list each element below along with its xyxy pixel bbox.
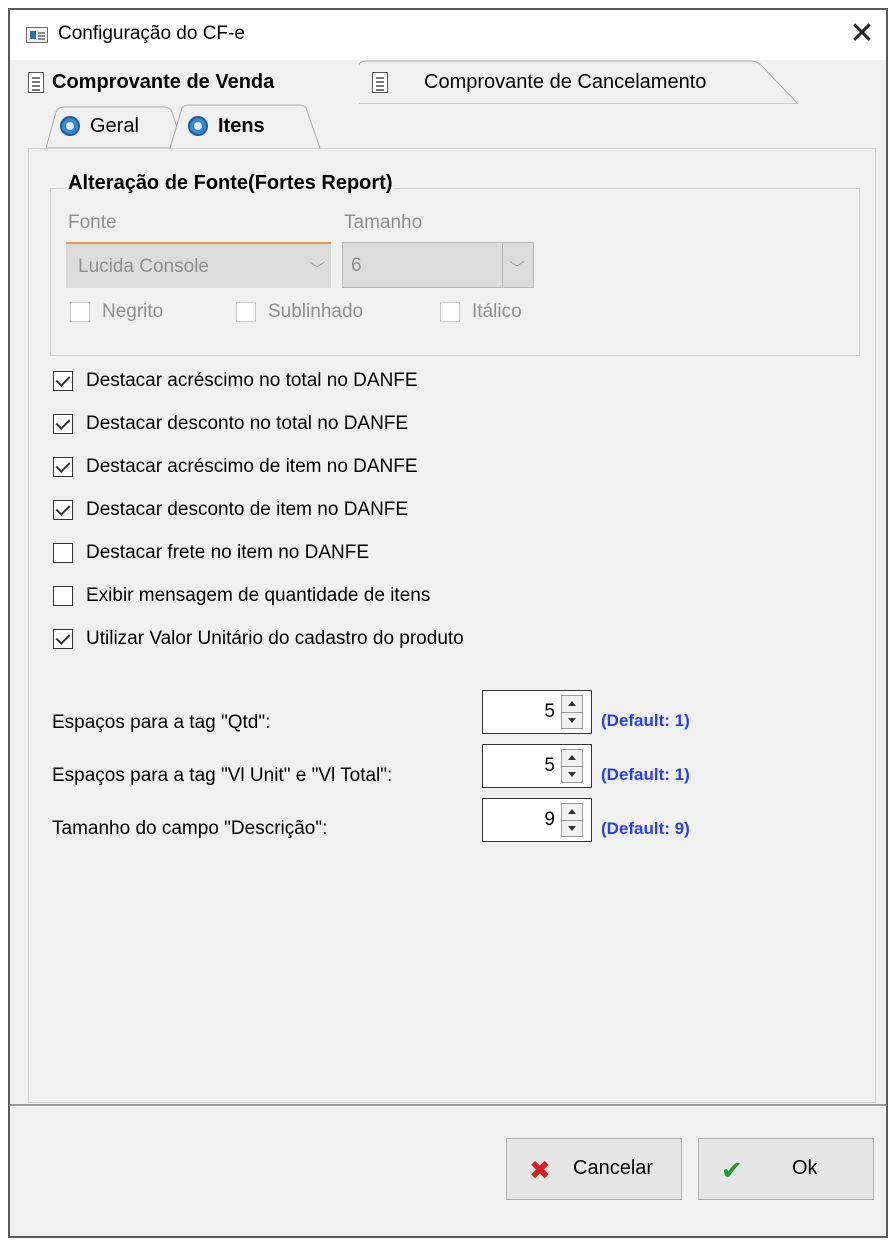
inner-tab-bar: Geral Itens	[10, 104, 886, 148]
fonte-select[interactable]: Lucida Console ﹀	[66, 242, 331, 288]
destacar-acrescimo-item-checkbox[interactable]	[53, 457, 73, 477]
tab-label: Itens	[218, 114, 265, 137]
option-label: Destacar acréscimo de item no DANFE	[86, 456, 418, 477]
option-label: Destacar frete no item no DANFE	[86, 542, 369, 563]
negrito-label: Negrito	[102, 301, 164, 322]
tab-itens[interactable]: Itens	[170, 104, 348, 148]
spinner-value: 5	[544, 755, 555, 776]
document-icon	[28, 71, 44, 93]
destacar-desconto-item-checkbox[interactable]	[53, 500, 73, 520]
spinner-arrows[interactable]	[561, 803, 583, 837]
sublinhado-label: Sublinhado	[268, 301, 364, 322]
title-bar: Configuração do CF-e ✕	[10, 10, 886, 60]
fonte-value: Lucida Console	[78, 256, 209, 277]
option-label: Destacar desconto no total no DANFE	[86, 413, 409, 434]
ok-label: Ok	[792, 1157, 818, 1179]
footer-divider-highlight	[10, 1106, 886, 1107]
default-hint: (Default: 1)	[601, 765, 690, 784]
espacos-qtd-label: Espaços para a tag "Qtd":	[52, 712, 271, 733]
tab-comprovante-cancelamento[interactable]: Comprovante de Cancelamento	[350, 60, 820, 104]
spinner-value: 5	[544, 701, 555, 722]
spinner-arrows[interactable]	[561, 749, 583, 783]
spinner-arrows[interactable]	[561, 695, 583, 729]
tab-label: Geral	[90, 114, 139, 137]
negrito-checkbox[interactable]	[70, 302, 90, 322]
document-icon	[372, 71, 388, 93]
tamanho-value: 6	[351, 255, 362, 276]
ok-button[interactable]: ✔ Ok	[698, 1138, 874, 1200]
fonte-label: Fonte	[68, 212, 117, 233]
option-label: Utilizar Valor Unitário do cadastro do p…	[86, 628, 464, 649]
close-button[interactable]: ✕	[838, 10, 886, 60]
outer-tab-bar: Comprovante de Cancelamento Comprovante …	[10, 60, 886, 104]
cancel-label: Cancelar	[573, 1157, 654, 1179]
cancel-button[interactable]: ✖ Cancelar	[506, 1138, 682, 1200]
espacos-vl-spinner[interactable]: 5	[482, 744, 592, 788]
option-label: Exibir mensagem de quantidade de itens	[86, 585, 431, 606]
tab-comprovante-venda[interactable]: Comprovante de Venda	[14, 60, 359, 104]
default-hint: (Default: 9)	[601, 819, 690, 838]
tamanho-descricao-spinner[interactable]: 9	[482, 798, 592, 842]
spinner-value: 9	[544, 809, 555, 830]
chevron-down-icon: ﹀	[308, 262, 325, 279]
tab-label: Comprovante de Venda	[52, 70, 275, 93]
gear-icon	[188, 116, 208, 136]
destacar-acrescimo-total-checkbox[interactable]	[53, 371, 73, 391]
tamanho-descricao-label: Tamanho do campo "Descrição":	[52, 818, 328, 839]
exibir-mensagem-quantidade-checkbox[interactable]	[53, 586, 73, 606]
app-window-icon	[26, 27, 48, 43]
window-title: Configuração do CF-e	[58, 23, 245, 44]
option-label: Destacar acréscimo no total no DANFE	[86, 370, 418, 391]
sublinhado-checkbox[interactable]	[236, 302, 256, 322]
tab-label: Comprovante de Cancelamento	[424, 70, 707, 93]
dropdown-button[interactable]: ﹀	[502, 243, 533, 287]
destacar-desconto-total-checkbox[interactable]	[53, 414, 73, 434]
destacar-frete-item-checkbox[interactable]	[53, 543, 73, 563]
option-label: Destacar desconto de item no DANFE	[86, 499, 409, 520]
close-icon: ✖	[529, 1155, 551, 1185]
checkmark-icon: ✔	[721, 1155, 743, 1185]
tamanho-label: Tamanho	[344, 212, 423, 233]
espacos-qtd-spinner[interactable]: 5	[482, 690, 592, 734]
font-group-title: Alteração de Fonte(Fortes Report)	[66, 172, 395, 195]
tamanho-select[interactable]: 6 ﹀	[342, 242, 534, 288]
utilizar-valor-unitario-checkbox[interactable]	[53, 629, 73, 649]
espacos-vl-label: Espaços para a tag "Vl Unit" e "Vl Total…	[52, 765, 393, 786]
chevron-down-icon: ﹀	[509, 261, 526, 278]
italico-label: Itálico	[472, 301, 522, 322]
gear-icon	[60, 116, 80, 136]
default-hint: (Default: 1)	[601, 711, 690, 730]
italico-checkbox[interactable]	[440, 302, 460, 322]
